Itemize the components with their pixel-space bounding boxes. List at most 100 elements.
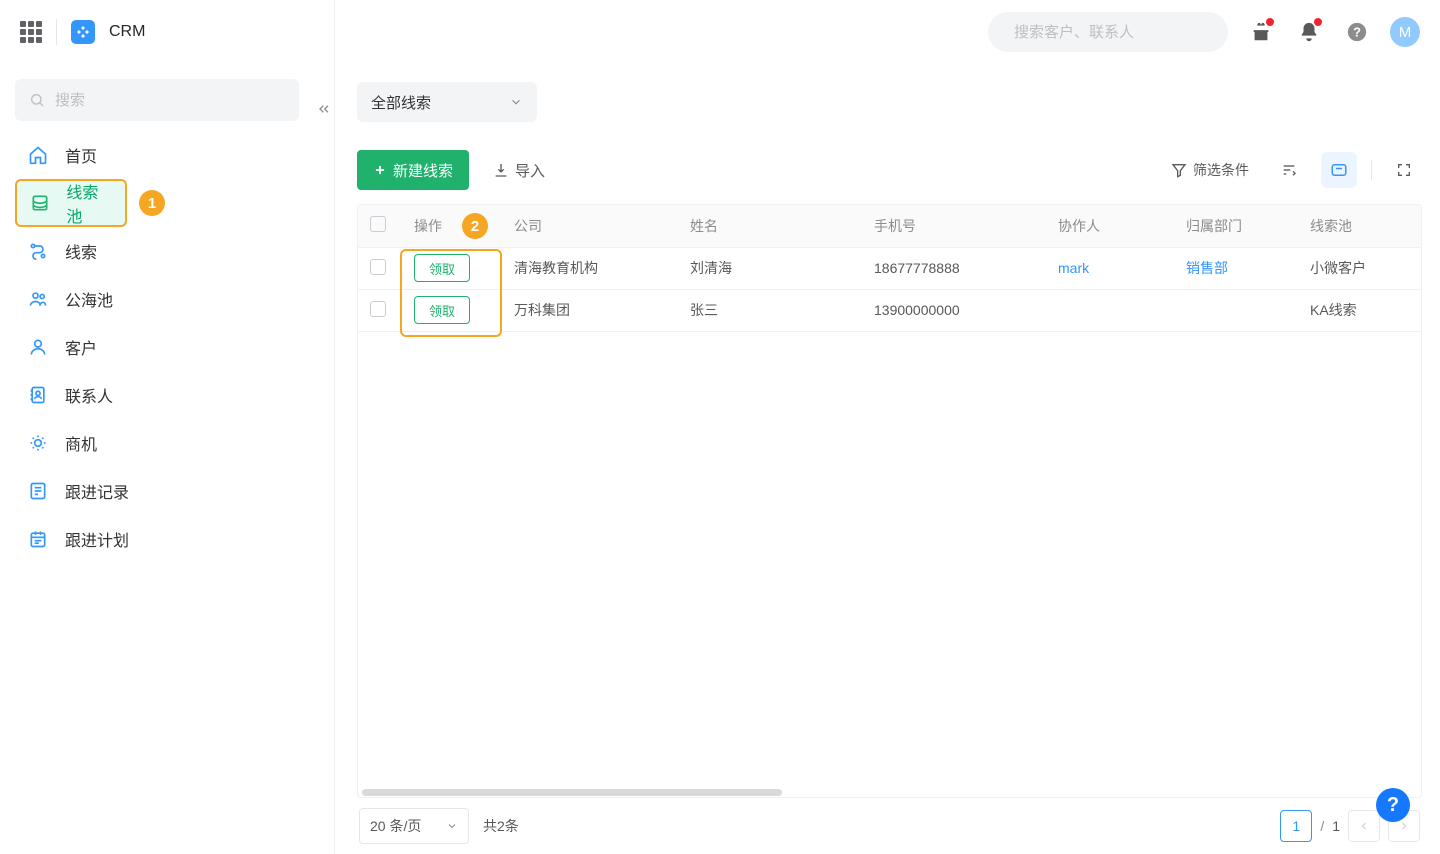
fullscreen-button[interactable]	[1386, 152, 1422, 188]
help-fab[interactable]: ?	[1376, 788, 1410, 822]
search-icon	[29, 92, 45, 108]
filter-button[interactable]: 筛选条件	[1163, 152, 1257, 188]
contact-icon	[27, 384, 49, 406]
col-dept: 归属部门	[1174, 205, 1298, 247]
main: 全部线索 新建线索 导入 筛选条件	[335, 64, 1440, 854]
table-header: 操作 2 公司 姓名 手机号 协作人 归属部门 线索池	[358, 205, 1421, 247]
sidebar-item-person[interactable]: 客户	[15, 323, 165, 371]
import-button[interactable]: 导入	[487, 150, 551, 190]
cell-collab	[1046, 289, 1174, 331]
avatar[interactable]: M	[1390, 17, 1420, 47]
topbar: CRM ? M	[0, 0, 1440, 64]
sort-button[interactable]	[1271, 152, 1307, 188]
claim-button[interactable]: 领取	[414, 254, 470, 282]
sidebar-item-label: 首页	[65, 143, 97, 167]
sidebar-item-layers[interactable]: 线索池	[15, 179, 127, 227]
chevron-down-icon	[446, 820, 458, 832]
sidebar-item-route[interactable]: 线索	[15, 227, 165, 275]
col-phone: 手机号	[862, 205, 1046, 247]
new-lead-label: 新建线索	[393, 160, 453, 181]
global-search-input[interactable]	[1014, 24, 1213, 41]
sidebar-item-home[interactable]: 首页	[15, 131, 165, 179]
view-filter-label: 全部线索	[371, 92, 431, 113]
sidebar-nav: 首页线索池 1 线索公海池客户联系人商机跟进记录跟进计划	[15, 131, 320, 563]
calendar-icon	[27, 528, 49, 550]
sidebar-item-label: 线索池	[66, 179, 113, 227]
bulb-icon	[27, 432, 49, 454]
toolbar: 新建线索 导入 筛选条件	[357, 150, 1422, 190]
claim-button[interactable]: 领取	[414, 296, 470, 324]
row-checkbox[interactable]	[370, 259, 386, 275]
collab-link[interactable]: mark	[1058, 260, 1089, 276]
sidebar-search-input[interactable]	[55, 92, 285, 109]
bell-icon[interactable]	[1294, 17, 1324, 47]
cell-pool: 小微客户	[1298, 247, 1421, 289]
select-all-checkbox[interactable]	[370, 216, 386, 232]
table-container: 操作 2 公司 姓名 手机号 协作人 归属部门 线索池 领取 清海教育机构刘清海1…	[357, 204, 1422, 798]
page-current-input[interactable]: 1	[1280, 810, 1312, 842]
scrollbar-thumb[interactable]	[362, 789, 782, 796]
person-icon	[27, 336, 49, 358]
sidebar-item-label: 线索	[65, 239, 97, 263]
sidebar-item-pool[interactable]: 公海池	[15, 275, 165, 323]
divider	[56, 19, 57, 45]
new-lead-button[interactable]: 新建线索	[357, 150, 469, 190]
page-total: 1	[1332, 818, 1340, 834]
row-checkbox[interactable]	[370, 301, 386, 317]
download-icon	[493, 162, 509, 178]
svg-text:?: ?	[1353, 25, 1361, 40]
import-label: 导入	[515, 160, 545, 181]
cell-dept: 销售部	[1174, 247, 1298, 289]
record-icon	[27, 480, 49, 502]
cell-company: 万科集团	[502, 289, 678, 331]
sidebar-item-record[interactable]: 跟进记录	[15, 467, 165, 515]
apps-grid-icon[interactable]	[20, 21, 42, 43]
table-body: 领取清海教育机构刘清海18677778888mark销售部小微客户领取万科集团张…	[358, 247, 1421, 331]
sidebar-item-label: 商机	[65, 431, 97, 455]
pool-icon	[27, 288, 49, 310]
global-search[interactable]	[988, 12, 1228, 52]
view-filter-select[interactable]: 全部线索	[357, 82, 537, 122]
sidebar-item-label: 公海池	[65, 287, 113, 311]
table-footer: 20 条/页 共2条 1 / 1	[357, 798, 1422, 854]
annotation-badge-1: 1	[139, 190, 165, 216]
sidebar-item-label: 跟进记录	[65, 479, 129, 503]
view-toggle-button[interactable]	[1321, 152, 1357, 188]
page-size-select[interactable]: 20 条/页	[359, 808, 469, 844]
sidebar-item-label: 联系人	[65, 383, 113, 407]
sidebar-item-calendar[interactable]: 跟进计划	[15, 515, 165, 563]
dept-link[interactable]: 销售部	[1186, 260, 1228, 276]
sidebar-item-label: 客户	[65, 335, 97, 359]
col-pool: 线索池	[1298, 205, 1421, 247]
gift-icon[interactable]	[1246, 17, 1276, 47]
annotation-badge-2: 2	[462, 213, 488, 239]
plus-icon	[373, 163, 387, 177]
cell-name: 刘清海	[678, 247, 862, 289]
cell-dept	[1174, 289, 1298, 331]
sidebar-item-label: 跟进计划	[65, 527, 129, 551]
sidebar-item-bulb[interactable]: 商机	[15, 419, 165, 467]
sidebar-search[interactable]	[15, 79, 299, 121]
cell-company: 清海教育机构	[502, 247, 678, 289]
collapse-sidebar-icon[interactable]	[312, 97, 336, 121]
body: 首页线索池 1 线索公海池客户联系人商机跟进记录跟进计划 全部线索 新建线索 导入 …	[0, 64, 1440, 854]
filter-label: 筛选条件	[1193, 160, 1249, 180]
cell-phone: 13900000000	[862, 289, 1046, 331]
leads-table: 操作 2 公司 姓名 手机号 协作人 归属部门 线索池 领取 清海教育机构刘清海1…	[358, 205, 1421, 332]
filter-icon	[1171, 162, 1187, 178]
notification-dot	[1314, 18, 1322, 26]
horizontal-scrollbar[interactable]	[358, 787, 1421, 797]
home-icon	[27, 144, 49, 166]
help-icon[interactable]: ?	[1342, 17, 1372, 47]
table-row: 领取万科集团张三13900000000KA线索	[358, 289, 1421, 331]
col-collab: 协作人	[1046, 205, 1174, 247]
cell-name: 张三	[678, 289, 862, 331]
sidebar-item-contact[interactable]: 联系人	[15, 371, 165, 419]
sort-icon	[1281, 162, 1297, 178]
page-prev-button[interactable]	[1348, 810, 1380, 842]
app-logo-icon	[71, 20, 95, 44]
chevron-down-icon	[509, 95, 523, 109]
col-company: 公司	[502, 205, 678, 247]
col-name: 姓名	[678, 205, 862, 247]
total-count: 共2条	[483, 816, 519, 836]
